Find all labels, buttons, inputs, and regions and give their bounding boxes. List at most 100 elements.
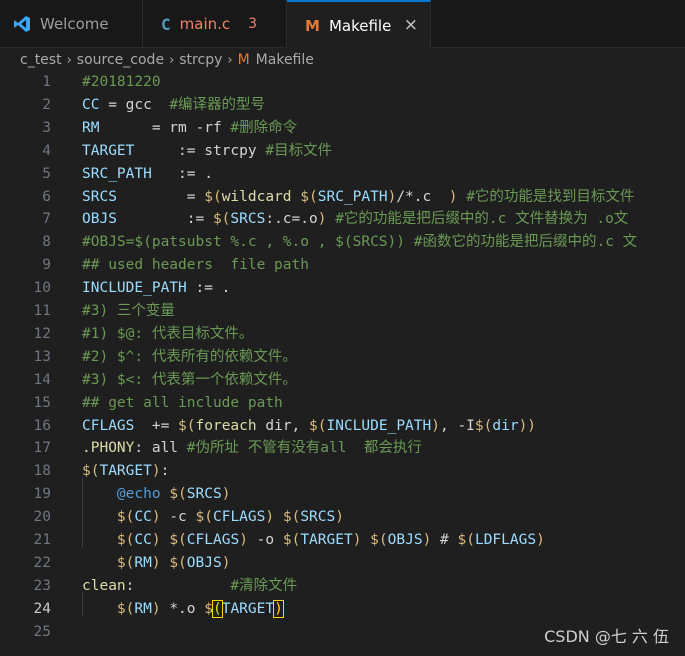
line-number: 17	[33, 440, 51, 457]
line-number: 14	[33, 371, 51, 388]
line-number: 2	[42, 96, 51, 113]
line-number: 24	[33, 600, 51, 617]
tab-bar: Welcome C main.c 3 M Makefile ×	[0, 0, 685, 49]
variable-token: RM	[134, 600, 152, 617]
code-line[interactable]: 24 $(RM) *.o $(TARGET)	[0, 598, 685, 621]
code-line[interactable]: 1 #20181220	[0, 71, 685, 94]
code-editor[interactable]: 1 #20181220 2 CC = gcc #编译器的型号 3 RM = rm -rf …	[0, 72, 685, 656]
code-text: INCLUDE_PATH := .	[82, 277, 230, 300]
macro-token: $(	[282, 532, 301, 548]
line-number: 23	[33, 577, 51, 594]
target-token: .PHONY	[82, 440, 135, 457]
breadcrumb-item[interactable]: c_test	[20, 52, 62, 68]
tab-welcome[interactable]: Welcome	[0, 0, 143, 48]
code-text: SRCS = $(wildcard $(SRC_PATH)/*.c ) #它的功…	[82, 186, 634, 209]
code-line[interactable]: 14 #3) $<: 代表第一个依赖文件。	[0, 369, 685, 392]
macro-token: $(	[116, 509, 135, 526]
variable-token: SRCS	[186, 486, 222, 503]
code-line[interactable]: 11 #3) 三个变量	[0, 300, 685, 323]
code-line[interactable]: 3 RM = rm -rf #删除命令	[0, 117, 685, 140]
macro-token: $(	[169, 554, 187, 571]
code-line[interactable]: 13 #2) $^: 代表所有的依赖文件。	[0, 346, 685, 369]
function-token: foreach	[195, 417, 257, 434]
code-text: ## get all include path	[82, 392, 283, 415]
code-line[interactable]: 21 $(CC) $(CFLAGS) -o $(TARGET) $(OBJS) …	[0, 529, 685, 552]
text-token: dir,	[256, 417, 310, 434]
line-number: 8	[42, 234, 51, 251]
code-text: $(CC) -c $(CFLAGS) $(SRCS)	[82, 506, 344, 529]
text-token: :	[125, 577, 231, 594]
close-icon[interactable]: ×	[404, 15, 418, 35]
code-line[interactable]: 4 TARGET := strcpy #目标文件	[0, 140, 685, 163]
watermark: CSDN @七 六 伍	[544, 627, 669, 646]
text-token: :.c=.o	[265, 211, 318, 228]
code-line[interactable]: 12 #1) $@: 代表目标文件。	[0, 323, 685, 346]
text-token: :=	[116, 211, 213, 228]
variable-token: INCLUDE_PATH	[82, 280, 187, 297]
macro-token: )	[151, 600, 161, 617]
text-token: *.o	[160, 600, 205, 617]
code-line[interactable]: 5 SRC_PATH := .	[0, 163, 685, 186]
text-token: := .	[186, 280, 231, 297]
code-text: $(RM) *.o $(TARGET)	[82, 598, 284, 621]
chevron-right-icon: ›	[227, 52, 233, 68]
comment-token: #编译器的型号	[169, 96, 266, 113]
macro-token: $(	[309, 417, 327, 434]
code-line[interactable]: 18 $(TARGET):	[0, 460, 685, 483]
line-number: 4	[42, 142, 51, 159]
text-token: +=	[134, 417, 179, 434]
variable-token: INCLUDE_PATH	[326, 417, 432, 434]
code-line[interactable]: 2 CC = gcc #编译器的型号	[0, 94, 685, 117]
comment-token: #它的功能是把后缀中的.c 文件替换为 .o文	[335, 211, 629, 228]
line-number: 11	[33, 303, 51, 319]
code-text: @echo $(SRCS)	[82, 483, 231, 506]
macro-token: )	[431, 417, 440, 434]
breadcrumb-item[interactable]: strcpy	[179, 52, 222, 68]
variable-token: LDFLAGS	[474, 532, 537, 548]
text-token: := strcpy	[134, 142, 266, 159]
line-number: 21	[33, 532, 51, 548]
line-number: 16	[33, 417, 51, 434]
line-number: 6	[42, 188, 51, 205]
code-text: #2) $^: 代表所有的依赖文件。	[82, 346, 297, 369]
breadcrumb: c_test › source_code › strcpy › M Makefi…	[0, 48, 685, 72]
variable-token: TARGET	[99, 463, 152, 480]
code-line[interactable]: 8 #OBJS=$(patsubst %.c , %.o , $(SRCS)) #…	[0, 231, 685, 254]
code-line[interactable]: 20 $(CC) -c $(CFLAGS) $(SRCS)	[0, 506, 685, 529]
code-line[interactable]: 15 ## get all include path	[0, 392, 685, 415]
bracket-token: )	[273, 599, 284, 618]
code-text: #OBJS=$(patsubst %.c , %.o , $(SRCS)) #函…	[82, 231, 637, 254]
breadcrumb-item[interactable]: source_code	[77, 52, 164, 68]
code-line[interactable]: 22 $(RM) $(OBJS)	[0, 552, 685, 575]
text-token: = rm -rf	[99, 119, 231, 136]
code-line[interactable]: 7 OBJS := $(SRCS:.c=.o) #它的功能是把后缀中的.c 文件替…	[0, 208, 685, 231]
variable-token: SRCS	[300, 509, 336, 526]
code-text: .PHONY: all #伪所址 不管有没有all 都会执行	[82, 437, 422, 460]
code-text: CFLAGS += $(foreach dir, $(INCLUDE_PATH)…	[82, 415, 536, 438]
variable-token: OBJS	[387, 532, 423, 548]
line-number: 10	[33, 280, 51, 297]
code-line[interactable]: 6 SRCS = $(wildcard $(SRC_PATH)/*.c ) #它的…	[0, 186, 685, 209]
line-number: 7	[42, 211, 51, 228]
code-line[interactable]: 23 clean: #清除文件	[0, 575, 685, 598]
tab-main-c[interactable]: C main.c 3	[143, 0, 287, 48]
function-token: wildcard	[221, 188, 292, 205]
breadcrumb-item[interactable]: Makefile	[256, 52, 314, 68]
code-line[interactable]: 16 CFLAGS += $(foreach dir, $(INCLUDE_PAT…	[0, 415, 685, 438]
macro-token: )	[221, 486, 231, 503]
code-line[interactable]: 9 ## used headers file path	[0, 254, 685, 277]
code-line[interactable]: 10 INCLUDE_PATH := .	[0, 277, 685, 300]
comment-token: #伪所址 不管有没有all 都会执行	[186, 440, 422, 457]
code-line[interactable]: 17 .PHONY: all #伪所址 不管有没有all 都会执行	[0, 437, 685, 460]
code-text: $(CC) $(CFLAGS) -o $(TARGET) $(OBJS) # $…	[82, 529, 545, 552]
comment-token: #它的功能是找到目标文件	[466, 188, 635, 205]
tab-makefile[interactable]: M Makefile ×	[287, 0, 431, 49]
text-token: -o	[247, 532, 283, 548]
comment-token: ## used headers file path	[82, 257, 309, 274]
variable-token: TARGET	[221, 600, 275, 617]
code-line[interactable]: 19 @echo $(SRCS)	[0, 483, 685, 506]
